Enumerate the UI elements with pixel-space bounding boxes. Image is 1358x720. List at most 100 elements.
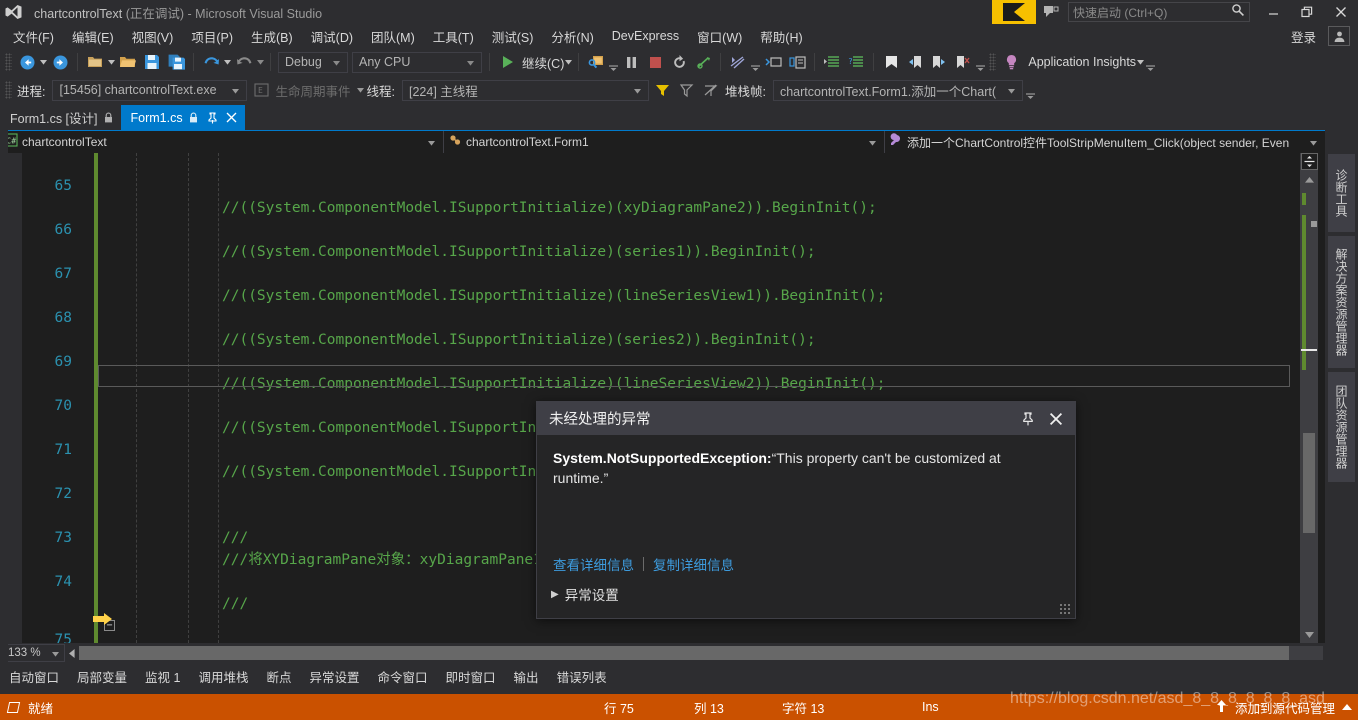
search-icon[interactable] [1231,3,1245,22]
tab-form1-cs[interactable]: Form1.cs [120,105,245,130]
show-next-statement-icon[interactable] [691,50,715,74]
unflag-thread-icon[interactable] [699,78,723,102]
btab-command-window[interactable]: 命令窗口 [369,664,437,688]
menu-item-file[interactable]: 文件(F) [4,24,63,49]
pin-icon[interactable] [1015,406,1041,432]
step-into-icon[interactable] [726,50,750,74]
tab-form1-design[interactable]: Form1.cs [设计] [0,105,121,130]
menu-item-project[interactable]: 项目(P) [182,24,242,49]
scroll-left-icon[interactable] [65,644,79,662]
save-icon[interactable] [140,50,164,74]
menu-item-view[interactable]: 视图(V) [123,24,183,49]
stop-icon[interactable] [643,50,667,74]
expander-triangle-icon[interactable]: ▶ [551,589,559,600]
scrollbar-thumb[interactable] [1303,433,1315,533]
btab-locals[interactable]: 局部变量 [68,664,136,688]
vtab-solution-explorer[interactable]: 解决方案资源管理器 [1328,236,1355,368]
view-details-link[interactable]: 查看详细信息 [553,554,634,574]
chevron-down-icon[interactable] [227,81,244,99]
open-file-icon[interactable] [116,50,140,74]
status-source-control[interactable]: 添加到源代码管理 [1215,698,1352,717]
bookmark-overflow-icon[interactable] [975,51,986,73]
continue-play-icon[interactable] [495,50,519,74]
navbar-member-combo[interactable]: 添加一个ChartControl控件ToolStripMenuItem_Clic… [885,131,1325,153]
continue-label[interactable]: 继续(C) [522,53,564,72]
chevron-down-icon[interactable] [52,644,62,662]
navbar-type-combo[interactable]: chartcontrolText.Form1 [444,131,885,153]
menu-item-debug[interactable]: 调试(D) [302,24,362,49]
vtab-team-explorer[interactable]: 团队资源管理器 [1328,372,1355,482]
feedback-icon[interactable] [1036,0,1066,24]
debug-toolbar-overflow-icon[interactable] [1025,79,1036,101]
chevron-down-icon[interactable] [328,53,345,71]
comment-selection-icon[interactable] [761,50,785,74]
restart-icon[interactable] [667,50,691,74]
copy-details-link[interactable]: 复制详细信息 [653,554,734,574]
solution-configuration-combo[interactable]: Debug [278,51,348,73]
btab-immediate-window[interactable]: 即时窗口 [437,664,505,688]
lifecycle-dropdown-icon[interactable] [356,87,365,93]
bookmark-icon[interactable] [879,50,903,74]
toolbar-grip[interactable] [989,53,997,71]
code-line[interactable]: 68 //((System.ComponentModel.ISupportIni… [0,285,1290,348]
scroll-down-icon[interactable] [1300,627,1318,643]
pause-icon[interactable] [619,50,643,74]
increase-indent-icon[interactable] [820,50,844,74]
previous-bookmark-icon[interactable] [903,50,927,74]
menu-item-team[interactable]: 团队(M) [362,24,424,49]
menu-item-devexpress[interactable]: DevExpress [603,26,688,46]
quick-launch-input[interactable]: 快速启动 (Ctrl+Q) [1068,2,1250,22]
menu-item-help[interactable]: 帮助(H) [751,24,811,49]
new-project-dropdown-icon[interactable] [107,59,116,65]
zoom-level-combo[interactable]: 133 % [3,644,65,662]
editor-vertical-scrollbar[interactable] [1300,153,1318,643]
stackframe-combo[interactable]: chartcontrolText.Form1.添加一个Chart( [772,79,1023,101]
menu-item-window[interactable]: 窗口(W) [688,24,751,49]
attach-overflow-icon[interactable] [608,51,619,73]
chevron-down-icon[interactable] [1003,81,1020,99]
minimize-button[interactable] [1256,0,1290,24]
editor-split-handle[interactable] [1301,153,1318,170]
exception-helper-popup[interactable]: 未经处理的异常 System.NotSupportedException:“Th… [536,401,1076,619]
chevron-down-icon[interactable] [422,133,441,151]
code-line[interactable]: 76 − /// [0,629,1290,643]
close-button[interactable] [1324,0,1358,24]
menu-item-tools[interactable]: 工具(T) [424,24,483,49]
source-control-up-icon[interactable] [1215,699,1228,716]
toolbar-grip[interactable] [5,53,12,71]
btab-autos[interactable]: 自动窗口 [0,664,68,688]
pin-icon[interactable] [207,111,218,124]
source-control-label[interactable]: 添加到源代码管理 [1235,698,1335,717]
btab-exception-settings[interactable]: 异常设置 [301,664,369,688]
navbar-project-combo[interactable]: C# chartcontrolText [0,131,444,153]
menu-item-test[interactable]: 测试(S) [483,24,543,49]
attach-to-process-icon[interactable] [584,50,608,74]
application-insights-icon[interactable] [999,50,1023,74]
btab-breakpoints[interactable]: 断点 [257,664,300,688]
chevron-down-icon[interactable] [629,81,646,99]
account-icon[interactable] [1328,26,1350,46]
thread-combo[interactable]: [224] 主线程 [401,79,649,101]
code-line[interactable]: 66 //((System.ComponentModel.ISupportIni… [0,197,1290,260]
vtab-diagnostic-tools[interactable]: 诊断工具 [1328,154,1355,232]
horizontal-scroll-track[interactable] [79,646,1323,660]
save-all-icon[interactable] [164,50,188,74]
navigate-back-dropdown-icon[interactable] [39,59,48,65]
filter-icon[interactable] [651,78,675,102]
decrease-indent-icon[interactable]: ? [844,50,868,74]
toolbar-grip[interactable] [5,81,12,99]
new-project-icon[interactable] [83,50,107,74]
clear-bookmarks-icon[interactable] [951,50,975,74]
insights-dropdown-icon[interactable] [1136,59,1145,65]
btab-call-stack[interactable]: 调用堆栈 [189,664,257,688]
navigate-forward-icon[interactable] [48,50,72,74]
application-insights-label[interactable]: Application Insights [1028,55,1136,69]
code-line[interactable]: 67 //((System.ComponentModel.ISupportIni… [0,241,1290,304]
close-icon[interactable] [226,112,237,123]
btab-error-list[interactable]: 错误列表 [548,664,616,688]
step-overflow-icon[interactable] [750,51,761,73]
horizontal-scroll-thumb[interactable] [79,646,1289,660]
continue-dropdown-icon[interactable] [564,59,573,65]
code-line[interactable]: 65 //((System.ComponentModel.ISupportIni… [0,153,1290,216]
menu-item-build[interactable]: 生成(B) [242,24,302,49]
